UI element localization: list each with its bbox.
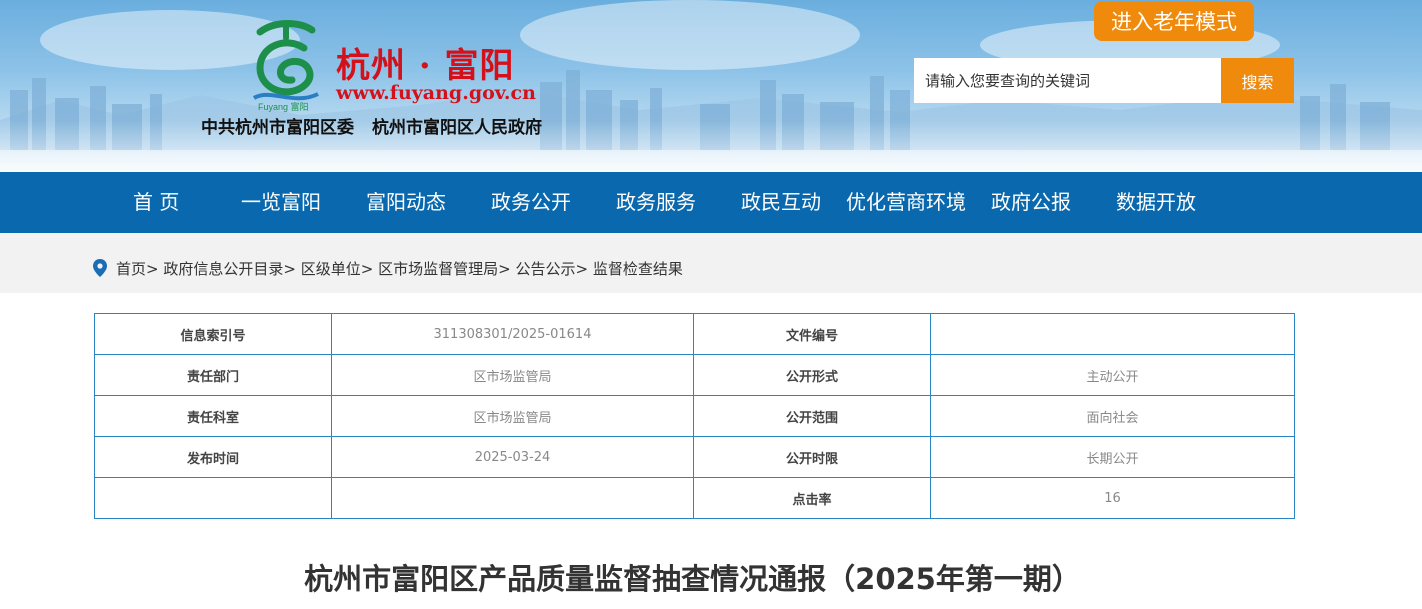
breadcrumb-home[interactable]: 首页 — [116, 260, 146, 278]
label-index-number: 信息索引号 — [94, 313, 332, 355]
fuyang-logo: Fuyang 富阳 — [252, 20, 319, 112]
search-button[interactable]: 搜索 — [1221, 58, 1294, 103]
site-name: 杭州 · 富阳 — [336, 46, 515, 86]
breadcrumb-separator: > — [498, 260, 511, 278]
nav-item-overview[interactable]: 一览富阳 — [241, 172, 321, 233]
value-disclosure-period: 长期公开 — [930, 436, 1295, 478]
empty-cell — [94, 477, 332, 519]
value-disclosure-scope: 面向社会 — [930, 395, 1295, 437]
label-disclosure-scope: 公开范围 — [693, 395, 931, 437]
org-party-committee: 中共杭州市富阳区委 — [201, 118, 354, 138]
label-disclosure-period: 公开时限 — [693, 436, 931, 478]
label-document-number: 文件编号 — [693, 313, 931, 355]
nav-item-gov-disclosure[interactable]: 政务公开 — [491, 172, 571, 233]
label-disclosure-form: 公开形式 — [693, 354, 931, 396]
value-click-count: 16 — [930, 477, 1295, 519]
breadcrumb-district-units[interactable]: 区级单位 — [301, 260, 361, 278]
header-banner: Fuyang 富阳 杭州 · 富阳 www.fuyang.gov.cn 中共杭州… — [0, 0, 1422, 172]
breadcrumb-inspection-results[interactable]: 监督检查结果 — [593, 260, 683, 278]
breadcrumb-separator: > — [146, 260, 159, 278]
table-row: 信息索引号 311308301/2025-01614 文件编号 — [94, 313, 1295, 355]
table-row: 责任部门 区市场监管局 公开形式 主动公开 — [94, 354, 1295, 396]
main-nav: 首 页 一览富阳 富阳动态 政务公开 政务服务 政民互动 优化营商环境 政府公报… — [0, 172, 1422, 233]
value-responsible-office: 区市场监管局 — [331, 395, 694, 437]
nav-item-interaction[interactable]: 政民互动 — [741, 172, 821, 233]
logo-caption: Fuyang 富阳 — [258, 101, 309, 112]
article-title: 杭州市富阳区产品质量监督抽查情况通报（2025年第一期） — [304, 562, 1081, 596]
breadcrumb-separator: > — [575, 260, 589, 278]
value-publish-date: 2025-03-24 — [331, 436, 694, 478]
search-input[interactable] — [914, 58, 1221, 103]
nav-item-gov-services[interactable]: 政务服务 — [616, 172, 696, 233]
table-row: 发布时间 2025-03-24 公开时限 长期公开 — [94, 436, 1295, 478]
label-responsible-office: 责任科室 — [94, 395, 332, 437]
table-row: 责任科室 区市场监管局 公开范围 面向社会 — [94, 395, 1295, 437]
value-document-number — [930, 313, 1295, 355]
site-organizations: 中共杭州市富阳区委 杭州市富阳区人民政府 — [201, 113, 542, 138]
nav-item-business-env[interactable]: 优化营商环境 — [846, 172, 966, 233]
document-info-table: 信息索引号 311308301/2025-01614 文件编号 责任部门 区市场… — [94, 313, 1295, 519]
nav-item-gazette[interactable]: 政府公报 — [991, 172, 1071, 233]
site-url: www.fuyang.gov.cn — [336, 82, 536, 104]
breadcrumb: 首页> 政府信息公开目录> 区级单位> 区市场监督管理局> 公告公示> 监督检查… — [116, 258, 683, 279]
value-responsible-dept: 区市场监管局 — [331, 354, 694, 396]
breadcrumb-bar: 首页> 政府信息公开目录> 区级单位> 区市场监督管理局> 公告公示> 监督检查… — [0, 233, 1422, 293]
label-click-count: 点击率 — [693, 477, 931, 519]
elder-mode-button[interactable]: 进入老年模式 — [1094, 1, 1254, 41]
breadcrumb-market-bureau[interactable]: 区市场监督管理局 — [378, 260, 498, 278]
value-index-number: 311308301/2025-01614 — [331, 313, 694, 355]
breadcrumb-announcements[interactable]: 公告公示 — [516, 260, 576, 278]
breadcrumb-separator: > — [283, 260, 296, 278]
nav-item-home[interactable]: 首 页 — [133, 172, 179, 233]
label-responsible-dept: 责任部门 — [94, 354, 332, 396]
empty-cell — [331, 477, 694, 519]
breadcrumb-separator: > — [360, 260, 374, 278]
nav-item-open-data[interactable]: 数据开放 — [1116, 172, 1196, 233]
label-publish-date: 发布时间 — [94, 436, 332, 478]
org-government: 杭州市富阳区人民政府 — [372, 118, 542, 138]
location-pin-icon — [93, 259, 107, 277]
table-row: 点击率 16 — [94, 477, 1295, 519]
nav-item-news[interactable]: 富阳动态 — [366, 172, 446, 233]
value-disclosure-form: 主动公开 — [930, 354, 1295, 396]
breadcrumb-disclosure-catalog[interactable]: 政府信息公开目录 — [163, 260, 283, 278]
